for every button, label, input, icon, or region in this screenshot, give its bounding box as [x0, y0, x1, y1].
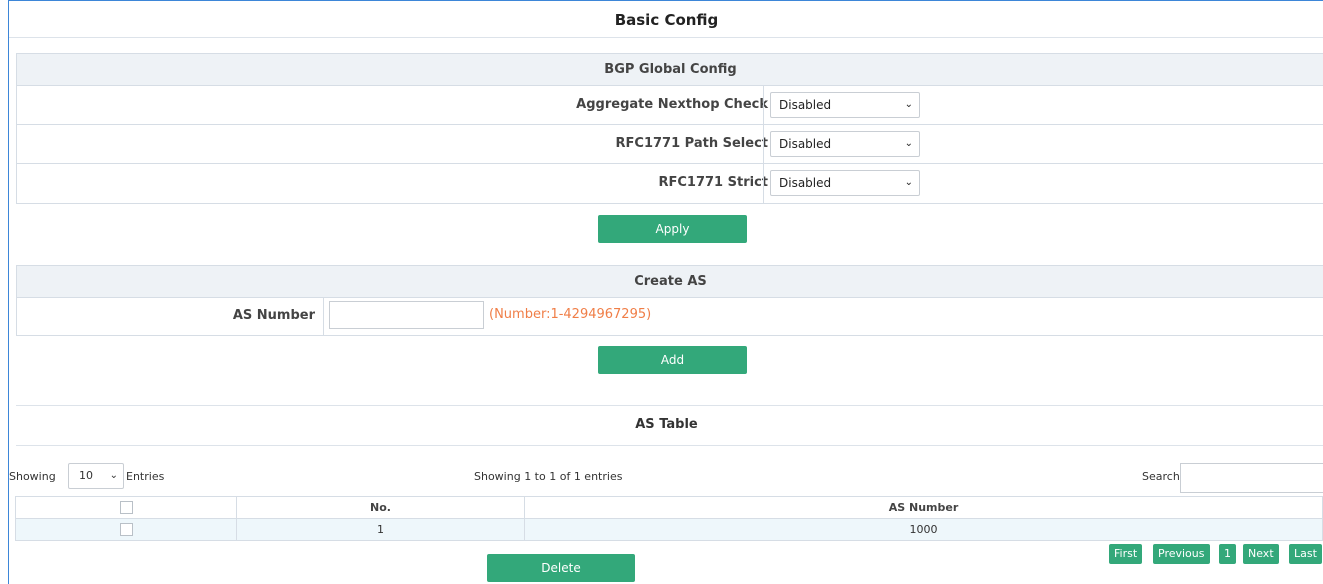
pagination-next-button[interactable]: Next: [1243, 544, 1279, 564]
select-value: 10: [79, 469, 93, 482]
page-size-select[interactable]: 10 ⌄: [68, 463, 124, 489]
divider: [16, 405, 1323, 406]
select-all-checkbox[interactable]: [119, 501, 133, 515]
pagination-page-1-button[interactable]: 1: [1219, 544, 1236, 564]
as-number-label: AS Number: [232, 308, 315, 323]
select-all-checkbox-cell: [15, 496, 237, 519]
row-checkbox[interactable]: [119, 523, 133, 537]
pagination-last-button[interactable]: Last: [1289, 544, 1322, 564]
as-table: No. AS Number 1 1000: [15, 496, 1323, 541]
row-label: Aggregate Nexthop Check: [576, 97, 768, 112]
search-label: Search: [1142, 470, 1180, 483]
cell-as-number: 1000: [524, 518, 1323, 541]
table-row: 1 1000: [15, 518, 1323, 541]
as-number-hint: (Number:1-4294967295): [489, 307, 652, 322]
bgp-global-config-section: BGP Global Config Aggregate Nexthop Chec…: [16, 53, 1323, 204]
row-checkbox-cell: [15, 518, 237, 541]
divider: [16, 445, 1323, 446]
chevron-down-icon: ⌄: [904, 177, 913, 188]
as-number-input[interactable]: [329, 301, 484, 329]
pagination-previous-button[interactable]: Previous: [1153, 544, 1210, 564]
chevron-down-icon: ⌄: [904, 99, 913, 110]
section-header: BGP Global Config: [17, 54, 1323, 86]
select-value: Disabled: [779, 137, 832, 151]
column-header-as-number[interactable]: AS Number: [524, 496, 1323, 519]
select-value: Disabled: [779, 98, 832, 112]
aggregate-nexthop-check-select[interactable]: Disabled ⌄: [770, 92, 920, 118]
search-input[interactable]: [1180, 463, 1323, 493]
as-table-title: AS Table: [635, 417, 698, 432]
create-as-section: Create AS AS Number (Number:1-4294967295…: [16, 265, 1323, 336]
divider: [763, 164, 764, 203]
config-row-rfc1771-strict: RFC1771 Strict Disabled ⌄: [17, 164, 1323, 203]
chevron-down-icon: ⌄: [904, 138, 913, 149]
section-header: Create AS: [17, 266, 1323, 298]
entries-label: Entries: [126, 470, 165, 483]
pagination-first-button[interactable]: First: [1109, 544, 1143, 564]
divider: [763, 125, 764, 163]
cell-no: 1: [236, 518, 525, 541]
showing-label: Showing: [9, 470, 56, 483]
as-number-row: AS Number (Number:1-4294967295): [17, 298, 1323, 335]
select-value: Disabled: [779, 176, 832, 190]
divider: [763, 86, 764, 124]
row-label: RFC1771 Strict: [658, 175, 768, 190]
rfc1771-path-select-select[interactable]: Disabled ⌄: [770, 131, 920, 157]
config-row-aggregate-nexthop: Aggregate Nexthop Check Disabled ⌄: [17, 86, 1323, 125]
divider: [323, 298, 324, 335]
config-row-rfc1771-path-select: RFC1771 Path Select Disabled ⌄: [17, 125, 1323, 164]
row-label: RFC1771 Path Select: [615, 136, 768, 151]
divider: [9, 37, 1323, 38]
table-header-row: No. AS Number: [15, 496, 1323, 519]
column-header-no[interactable]: No.: [236, 496, 525, 519]
chevron-down-icon: ⌄: [109, 470, 118, 481]
add-button[interactable]: Add: [598, 346, 747, 374]
table-info: Showing 1 to 1 of 1 entries: [474, 470, 623, 483]
page-title: Basic Config: [614, 11, 719, 29]
apply-button[interactable]: Apply: [598, 215, 747, 243]
delete-button[interactable]: Delete: [487, 554, 635, 582]
rfc1771-strict-select[interactable]: Disabled ⌄: [770, 170, 920, 196]
